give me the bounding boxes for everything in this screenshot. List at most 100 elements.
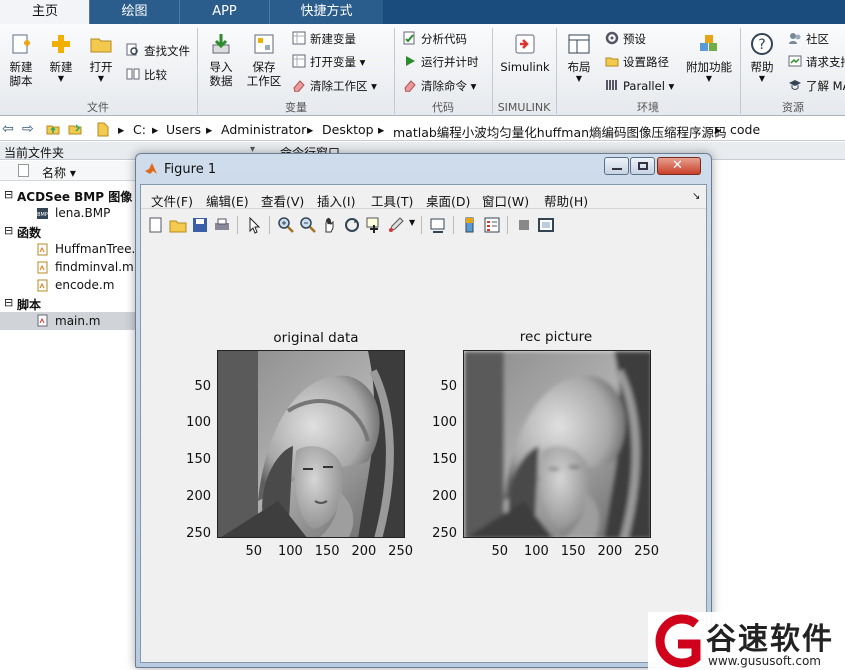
reconstructed-image-axes[interactable] [463, 350, 651, 538]
pointer-icon[interactable] [245, 216, 263, 234]
save-icon[interactable] [191, 216, 209, 234]
figure-menu-bar: 文件(F) 编辑(E) 查看(V) 插入(I) 工具(T) 桌面(D) 窗口(W… [141, 185, 706, 209]
colorbar-icon[interactable] [461, 216, 479, 234]
find-files-icon [126, 43, 138, 56]
breadcrumb-code[interactable]: code [730, 122, 760, 137]
menu-window[interactable]: 窗口(W) [482, 191, 529, 210]
minimize-button[interactable] [604, 157, 629, 175]
file-huffmantree[interactable]: HuffmanTree.m [55, 242, 147, 256]
new-script-button[interactable]: 新建 脚本 [4, 32, 38, 88]
new-button[interactable]: 新建 ▼ [44, 32, 78, 84]
forward-arrow-icon[interactable]: ⇨ [22, 121, 34, 137]
save-workspace-button[interactable]: 保存 工作区 [244, 32, 284, 88]
new-figure-icon[interactable] [147, 216, 165, 234]
m-file-icon [37, 243, 48, 256]
help-icon: ? [751, 33, 773, 55]
show-plot-tools-icon[interactable] [537, 216, 555, 234]
menu-dock-icon[interactable]: ↘ [692, 191, 700, 202]
simulink-button[interactable]: Simulink [500, 32, 550, 74]
y-tick-label: 150 [432, 452, 457, 468]
import-data-button[interactable]: 导入 数据 [203, 32, 239, 88]
tab-plots[interactable]: 绘图 [89, 0, 179, 24]
collapse-toggle[interactable]: ⊟ [4, 296, 13, 309]
group-label-variable: 变量 [285, 101, 307, 114]
svg-text:?: ? [758, 37, 765, 53]
collapse-toggle[interactable]: ⊟ [4, 224, 13, 237]
x-tick-label: 250 [388, 544, 413, 559]
help-button[interactable]: ? 帮助 ▼ [746, 32, 778, 84]
parallel-button[interactable]: Parallel ▾ [605, 77, 674, 95]
zoom-in-icon[interactable] [277, 216, 295, 234]
preferences-button[interactable]: 预设 [605, 30, 646, 48]
file-lena-bmp[interactable]: lena.BMP [55, 206, 110, 220]
breadcrumb-desktop[interactable]: Desktop [322, 122, 374, 137]
pan-hand-icon[interactable] [321, 216, 339, 234]
zoom-out-icon[interactable] [299, 216, 317, 234]
name-column-header[interactable]: 名称 ▾ [42, 164, 76, 181]
tab-shortcuts[interactable]: 快捷方式 [269, 0, 383, 24]
menu-desktop[interactable]: 桌面(D) [426, 191, 470, 210]
watermark-brand: 谷速软件 [706, 622, 834, 657]
file-encode[interactable]: encode.m [55, 278, 114, 292]
select-all-checkbox[interactable] [18, 164, 29, 177]
request-support-button[interactable]: 请求支持 [788, 53, 845, 71]
find-files-button[interactable]: 查找文件 [126, 42, 190, 60]
menu-file[interactable]: 文件(F) [151, 191, 193, 210]
clear-workspace-button[interactable]: 清除工作区 ▾ [292, 77, 377, 95]
open-button[interactable]: 打开 ▼ [84, 32, 118, 84]
file-findminval[interactable]: findminval.m [55, 260, 134, 274]
open-variable-button[interactable]: 打开变量 ▾ [292, 53, 365, 71]
brush-icon[interactable] [387, 216, 405, 234]
menu-tools[interactable]: 工具(T) [371, 191, 413, 210]
y-tick-label: 250 [186, 525, 211, 541]
file-list-header: 名称 ▾ [0, 161, 136, 181]
figure-window[interactable]: Figure 1 ✕ 文件(F) 编辑(E) 查看(V) 插入(I) 工具(T)… [135, 153, 712, 668]
compare-button[interactable]: 比较 [126, 66, 167, 84]
close-button[interactable]: ✕ [657, 157, 701, 175]
tree-group-scripts[interactable]: 脚本 [17, 296, 41, 313]
tree-group-bmp[interactable]: ACDSee BMP 图像 [17, 188, 132, 205]
menu-help[interactable]: 帮助(H) [544, 191, 588, 210]
tab-home[interactable]: 主页 [0, 0, 90, 24]
original-image-axes[interactable] [217, 350, 405, 538]
link-plot-icon[interactable] [429, 216, 447, 234]
open-file-icon[interactable] [169, 216, 187, 234]
breadcrumb-project-folder[interactable]: matlab编程小波均匀量化huffman熵编码图像压缩程序源码 [393, 122, 727, 141]
breadcrumb-drive[interactable]: C: [133, 122, 146, 137]
collapse-toggle[interactable]: ⊟ [4, 188, 13, 201]
tab-apps[interactable]: APP [179, 0, 269, 24]
gear-icon [605, 31, 619, 45]
breadcrumb-administrator[interactable]: Administrator [221, 122, 306, 137]
x-tick-label: 200 [597, 544, 623, 559]
brush-dropdown-icon[interactable]: ▼ [409, 218, 415, 227]
add-ons-button[interactable]: 附加功能 ▼ [684, 32, 734, 84]
breadcrumb-separator: ▸ [152, 122, 159, 137]
file-main[interactable]: main.m [55, 314, 101, 328]
menu-view[interactable]: 查看(V) [261, 191, 304, 210]
maximize-button[interactable] [630, 157, 655, 175]
menu-insert[interactable]: 插入(I) [317, 191, 355, 210]
analyze-code-button[interactable]: 分析代码 [403, 30, 467, 48]
maximize-icon [638, 162, 648, 170]
data-cursor-icon[interactable] [365, 216, 383, 234]
breadcrumb-users[interactable]: Users [166, 122, 201, 137]
hide-plot-tools-icon[interactable] [515, 216, 533, 234]
set-path-button[interactable]: 设置路径 [605, 53, 669, 71]
import-icon [212, 34, 230, 54]
breadcrumb-separator: ▸ [118, 122, 125, 137]
up-folder-icon[interactable] [46, 122, 60, 136]
community-button[interactable]: 社区 [788, 30, 829, 48]
layout-button[interactable]: 布局 ▼ [562, 32, 596, 84]
menu-edit[interactable]: 编辑(E) [206, 191, 249, 210]
run-and-time-button[interactable]: 运行并计时 [403, 53, 479, 71]
print-icon[interactable] [213, 216, 231, 234]
learn-matlab-button[interactable]: 了解 MA [788, 77, 845, 95]
folder-icon [90, 38, 112, 53]
rotate-3d-icon[interactable] [343, 216, 361, 234]
new-variable-button[interactable]: 新建变量 [292, 30, 356, 48]
clear-commands-button[interactable]: 清除命令 ▾ [403, 77, 476, 95]
back-arrow-icon[interactable]: ⇦ [2, 121, 14, 137]
browse-folder-icon[interactable] [68, 122, 82, 136]
tree-group-functions[interactable]: 函数 [17, 224, 41, 241]
legend-icon[interactable] [483, 216, 501, 234]
